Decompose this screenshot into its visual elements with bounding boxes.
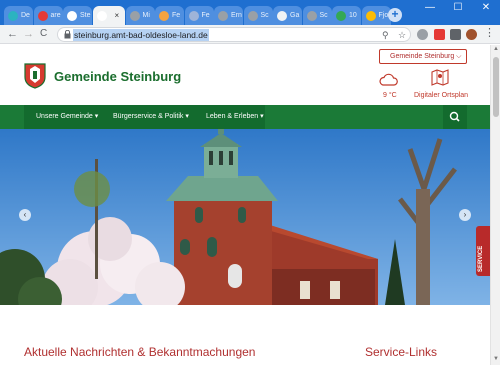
service-tab-label: SERVICE — [478, 245, 484, 272]
nav-leben-erleben[interactable]: Leben & Erleben ▾ — [206, 112, 264, 120]
tab-label: Sc — [260, 12, 269, 19]
tab-favicon-icon — [336, 10, 346, 21]
nav-unsere-gemeinde[interactable]: Unsere Gemeinde ▾ — [36, 112, 98, 120]
site-title[interactable]: Gemeinde Steinburg — [54, 69, 181, 84]
weather-temperature: 9 °C — [383, 92, 397, 99]
tab-label: 10 — [349, 12, 357, 19]
scroll-down-icon[interactable]: ▼ — [492, 356, 500, 362]
tab-favicon-icon — [247, 10, 258, 21]
tab-close-icon[interactable]: × — [115, 11, 120, 20]
browser-tab[interactable]: De — [4, 6, 33, 25]
browser-tab[interactable]: Ga — [273, 6, 302, 25]
news-section-title: Aktuelle Nachrichten & Bekanntmachungen — [24, 345, 256, 359]
browser-tab[interactable]: Fe — [155, 6, 184, 25]
map-icon[interactable] — [431, 68, 449, 86]
slider-prev-button[interactable]: ‹ — [19, 209, 31, 221]
address-bar[interactable]: steinburg.amt-bad-oldesloe-land.de ⚲ ☆ — [57, 27, 411, 42]
browser-tab[interactable]: × — [92, 6, 125, 25]
tab-label: Fe — [201, 12, 210, 19]
browser-tab[interactable]: Mi — [125, 6, 155, 25]
church-photo — [0, 129, 490, 305]
avatar[interactable] — [466, 29, 477, 40]
reload-button[interactable]: C — [40, 27, 47, 41]
browser-toolbar: ← → C steinburg.amt-bad-oldesloe-land.de… — [0, 25, 500, 44]
tab-favicon-icon — [306, 10, 317, 21]
nav-buergerservice-politik[interactable]: Bürgerservice & Politik ▾ — [113, 112, 189, 120]
main-navigation: Unsere Gemeinde ▾ Bürgerservice & Politi… — [0, 105, 490, 129]
scrollbar-thumb[interactable] — [493, 57, 499, 117]
forward-button[interactable]: → — [23, 27, 34, 41]
webpage: Gemeinde Steinburg Gemeinde Steinburg ⌵ … — [0, 45, 490, 365]
map-link-label[interactable]: Digitaler Ortsplan — [414, 92, 468, 99]
menu-icon[interactable]: ⋮ — [484, 26, 495, 40]
coat-of-arms-logo[interactable] — [24, 63, 46, 89]
slider-next-button[interactable]: › — [459, 209, 471, 221]
browser-tab-bar: De are Ste × Mi Fe Fe Ern Sc Ga Sc 10 Fjo + — ☐ ✕ — [0, 0, 500, 25]
tab-favicon-icon — [159, 10, 169, 21]
tab-favicon-icon — [188, 10, 199, 21]
tab-label: Fe — [172, 12, 181, 19]
tab-label: Fjo — [378, 12, 389, 19]
minimize-button[interactable]: — — [416, 0, 444, 18]
browser-tab[interactable]: 10 — [332, 6, 361, 25]
puzzle-icon[interactable] — [450, 29, 461, 40]
cloud-icon[interactable] — [379, 72, 398, 86]
nav-search-button[interactable] — [443, 105, 467, 129]
tab-favicon-icon — [96, 10, 107, 21]
close-window-button[interactable]: ✕ — [472, 0, 500, 18]
tab-label: De — [21, 12, 30, 19]
tab-favicon-icon — [67, 10, 77, 21]
tab-label: Ern — [231, 12, 242, 19]
maximize-button[interactable]: ☐ — [444, 0, 472, 18]
lock-icon — [64, 30, 71, 39]
browser-tab[interactable]: Sc — [243, 6, 273, 25]
gemeinde-dropdown[interactable]: Gemeinde Steinburg ⌵ — [379, 49, 467, 64]
tab-favicon-icon — [129, 10, 140, 21]
tab-label: Mi — [142, 12, 150, 19]
tab-favicon-icon — [37, 10, 48, 21]
browser-tab[interactable]: Sc — [302, 6, 332, 25]
service-links-title: Service-Links — [365, 345, 438, 359]
browser-tab[interactable]: Fe — [184, 6, 214, 25]
extension-badge-icon[interactable] — [434, 29, 445, 40]
service-side-tab[interactable]: SERVICE — [476, 226, 490, 276]
bookmark-star-icon[interactable]: ☆ — [398, 29, 406, 41]
search-icon[interactable]: ⚲ — [382, 29, 389, 41]
tab-label: are — [50, 12, 61, 19]
url-text[interactable]: steinburg.amt-bad-oldesloe-land.de — [73, 29, 209, 41]
tab-favicon-icon — [365, 10, 376, 21]
browser-tab[interactable]: Ste — [63, 6, 92, 25]
tab-label: Sc — [319, 12, 328, 19]
hero-slider[interactable]: ‹ › — [0, 129, 490, 305]
new-tab-button[interactable]: + — [388, 8, 402, 22]
tab-favicon-icon — [218, 10, 228, 21]
tab-label: Ga — [290, 12, 300, 19]
browser-tab[interactable]: are — [33, 6, 63, 25]
chevron-down-icon: ⌵ — [456, 53, 462, 60]
browser-tab[interactable]: Ern — [214, 6, 243, 25]
extension-icon[interactable] — [417, 29, 428, 40]
tab-label: Ste — [80, 12, 91, 19]
tab-favicon-icon — [8, 10, 18, 21]
scroll-up-icon[interactable]: ▲ — [492, 46, 500, 52]
page-scrollbar[interactable]: ▲ ▼ — [490, 45, 500, 365]
back-button[interactable]: ← — [7, 27, 18, 41]
browser-tab[interactable]: Fjo — [361, 6, 391, 25]
tab-favicon-icon — [277, 10, 287, 21]
search-icon — [449, 111, 460, 122]
gemeinde-dropdown-label: Gemeinde Steinburg — [390, 53, 455, 60]
